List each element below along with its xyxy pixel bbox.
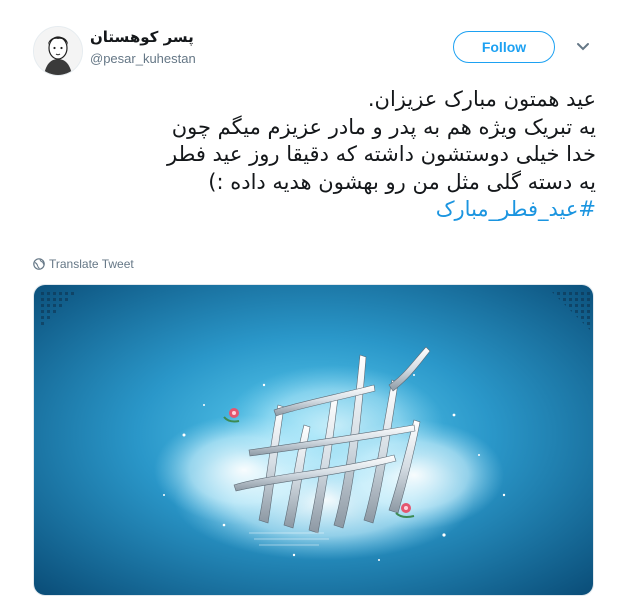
tweet-line: یه دسته گلی مثل من رو بهشون هدیه داده :) — [208, 169, 596, 194]
tweet-image[interactable] — [33, 284, 594, 596]
avatar-sketch-icon — [34, 27, 82, 75]
tweet-line: خدا خیلی دوستشون داشته که دقیقا روز عید … — [167, 142, 596, 166]
display-name[interactable]: پسر کوهستان — [90, 28, 194, 46]
tweet-line: عید همتون مبارک عزیزان. — [367, 87, 596, 111]
tweet-line: یه تبریک ویژه هم به پدر و مادر عزیزم میگ… — [171, 114, 596, 139]
user-handle[interactable]: @pesar_kuhestan — [90, 51, 196, 66]
follow-button[interactable]: Follow — [453, 31, 555, 63]
translate-label: Translate Tweet — [49, 257, 134, 271]
translate-tweet-link[interactable]: Translate Tweet — [33, 257, 134, 271]
calligraphy-image — [34, 285, 593, 595]
globe-icon — [33, 258, 45, 270]
tweet-text: عید همتون مبارک عزیزان. یه تبریک ویژه هم… — [30, 86, 596, 224]
chevron-down-icon[interactable] — [574, 38, 592, 56]
hashtag-link[interactable]: #عید_فطر_مبارک — [30, 196, 596, 224]
tweet-header: پسر کوهستان @pesar_kuhestan Follow — [0, 0, 627, 80]
avatar[interactable] — [33, 26, 83, 76]
